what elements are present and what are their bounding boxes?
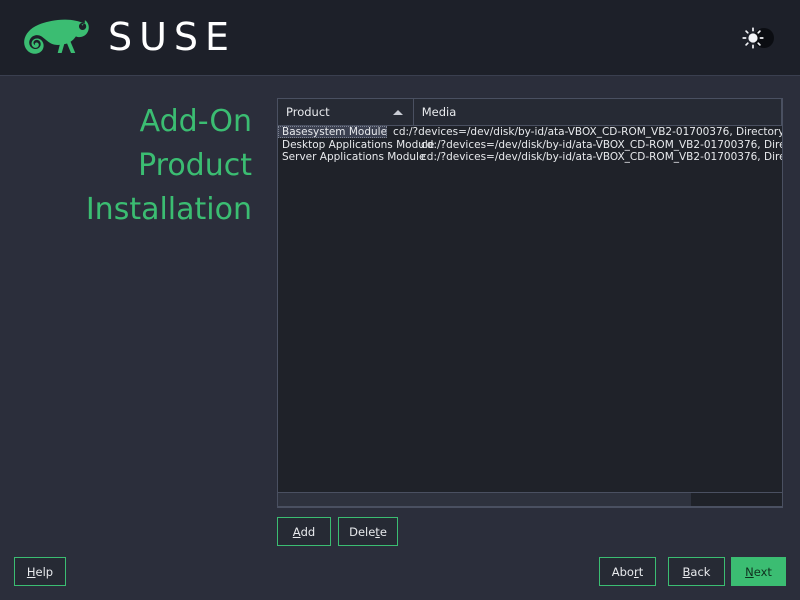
scrollbar-thumb[interactable]: [278, 493, 691, 506]
next-button[interactable]: Next: [731, 557, 786, 586]
page-title-line-3: Installation: [0, 188, 252, 232]
page-title: Add-On Product Installation: [0, 100, 252, 232]
table-horizontal-scrollbar[interactable]: [277, 492, 783, 507]
cell-media: cd:/?devices=/dev/disk/by-id/ata-VBOX_CD…: [415, 151, 783, 163]
app-header: SUSE: [0, 0, 800, 76]
table-row[interactable]: Desktop Applications Module cd:/?devices…: [278, 139, 782, 152]
help-button[interactable]: Help: [14, 557, 66, 586]
page-title-line-2: Product: [0, 144, 252, 188]
column-header-media[interactable]: Media: [413, 98, 782, 126]
table-row[interactable]: Basesystem Module cd:/?devices=/dev/disk…: [278, 126, 782, 139]
cell-product: Desktop Applications Module: [278, 139, 415, 151]
brand-logo-group: SUSE: [22, 14, 236, 62]
cell-product: Server Applications Module: [278, 151, 415, 163]
abort-button[interactable]: Abort: [599, 557, 656, 586]
cell-media: cd:/?devices=/dev/disk/by-id/ata-VBOX_CD…: [415, 139, 783, 151]
table-header-row: Product Media: [278, 99, 782, 126]
column-header-product-label: Product: [286, 105, 330, 119]
column-header-media-label: Media: [422, 105, 457, 119]
sun-moon-theme-icon[interactable]: [740, 24, 774, 52]
cell-media: cd:/?devices=/dev/disk/by-id/ata-VBOX_CD…: [387, 126, 783, 138]
suse-chameleon-logo: [22, 14, 94, 62]
brand-wordmark: SUSE: [108, 18, 236, 59]
triangle-up-icon: [393, 110, 403, 115]
add-button[interactable]: Add: [277, 517, 331, 546]
table-row[interactable]: Server Applications Module cd:/?devices=…: [278, 151, 782, 164]
back-button[interactable]: Back: [668, 557, 725, 586]
addon-products-table[interactable]: Product Media Basesystem Module cd:/?dev…: [277, 98, 783, 508]
table-body: Basesystem Module cd:/?devices=/dev/disk…: [278, 126, 782, 164]
cell-product: Basesystem Module: [278, 126, 387, 138]
column-header-product[interactable]: Product: [277, 98, 414, 126]
page-title-line-1: Add-On: [0, 100, 252, 144]
delete-button[interactable]: Delete: [338, 517, 398, 546]
